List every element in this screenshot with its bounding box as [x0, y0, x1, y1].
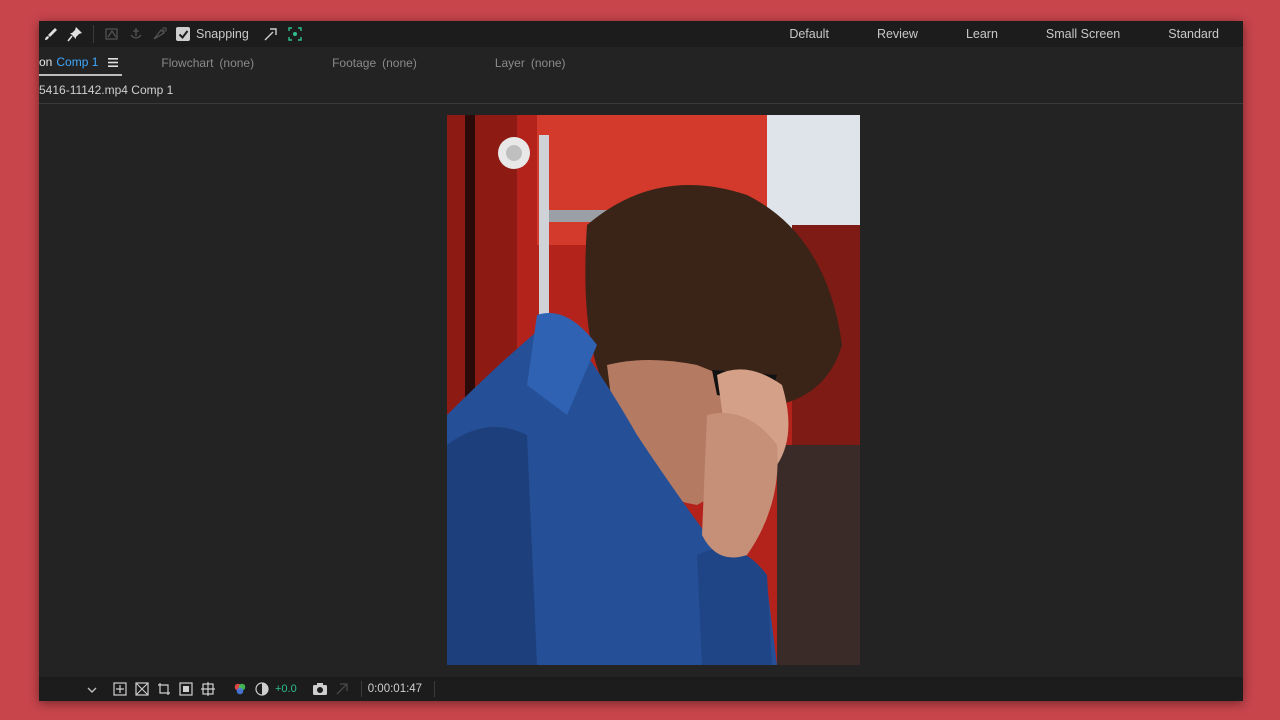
workspace-switcher: Default Review Learn Small Screen Standa… [765, 21, 1219, 47]
tab-footage-label: Footage [332, 56, 377, 70]
after-effects-window: Snapping Default Review Learn Small Scre… [39, 21, 1243, 701]
exposure-reset-icon[interactable] [251, 679, 273, 699]
paintbrush-icon[interactable] [39, 22, 63, 46]
composition-viewer[interactable] [39, 104, 1243, 674]
tab-composition[interactable]: on Comp 1 [39, 50, 123, 76]
transparency-grid-icon[interactable] [131, 679, 153, 699]
panel-menu-icon[interactable] [108, 57, 119, 67]
viewer-bottom-bar: +0.0 0:00:01:47 [39, 677, 1243, 701]
toolbar-separator [93, 25, 94, 43]
pen-tool-icon[interactable] [148, 22, 172, 46]
tab-composition-name: Comp 1 [56, 55, 99, 69]
tab-composition-prefix: on [39, 55, 53, 69]
tab-flowchart[interactable]: Flowchart (none) [161, 56, 254, 70]
mask-visibility-icon[interactable] [153, 679, 175, 699]
workspace-learn[interactable]: Learn [942, 27, 1022, 41]
puppet-pin-icon[interactable] [63, 22, 87, 46]
workspace-review[interactable]: Review [853, 27, 942, 41]
tab-layer-value: (none) [530, 56, 566, 70]
magnification-dropdown[interactable] [39, 680, 97, 698]
snapping-checkbox[interactable] [176, 27, 190, 41]
current-time-display[interactable]: 0:00:01:47 [360, 681, 436, 697]
workspace-standard[interactable]: Standard [1144, 27, 1219, 41]
composition-breadcrumb[interactable]: 5416-11142.mp4 Comp 1 [39, 83, 173, 97]
tab-layer[interactable]: Layer (none) [495, 56, 566, 70]
snap-grid-icon[interactable] [283, 22, 307, 46]
tools-toolbar: Snapping Default Review Learn Small Scre… [39, 21, 1243, 47]
fit-frame-icon[interactable] [109, 679, 131, 699]
tab-footage[interactable]: Footage (none) [332, 56, 417, 70]
video-frame [447, 115, 860, 665]
viewer-tabs: on Comp 1 Flowchart (none) Footage (none) … [39, 50, 1243, 76]
tab-footage-value: (none) [382, 56, 417, 70]
exposure-value[interactable]: +0.0 [275, 683, 297, 695]
workspace-default[interactable]: Default [765, 27, 853, 41]
video-frame-image [447, 115, 860, 665]
snap-edge-icon[interactable] [259, 22, 283, 46]
chevron-down-icon [87, 680, 97, 698]
region-of-interest-icon[interactable] [175, 679, 197, 699]
workspace-small-screen[interactable]: Small Screen [1022, 27, 1144, 41]
snapping-label: Snapping [196, 27, 249, 41]
grid-guides-icon[interactable] [197, 679, 219, 699]
shape-tool-icon[interactable] [100, 22, 124, 46]
show-snapshot-icon[interactable] [331, 679, 353, 699]
color-channels-icon[interactable] [229, 679, 251, 699]
anchor-tool-icon[interactable] [124, 22, 148, 46]
camera-snapshot-icon[interactable] [309, 679, 331, 699]
tab-layer-label: Layer [494, 56, 525, 70]
tab-flowchart-value: (none) [219, 56, 255, 70]
tab-flowchart-label: Flowchart [161, 56, 214, 70]
